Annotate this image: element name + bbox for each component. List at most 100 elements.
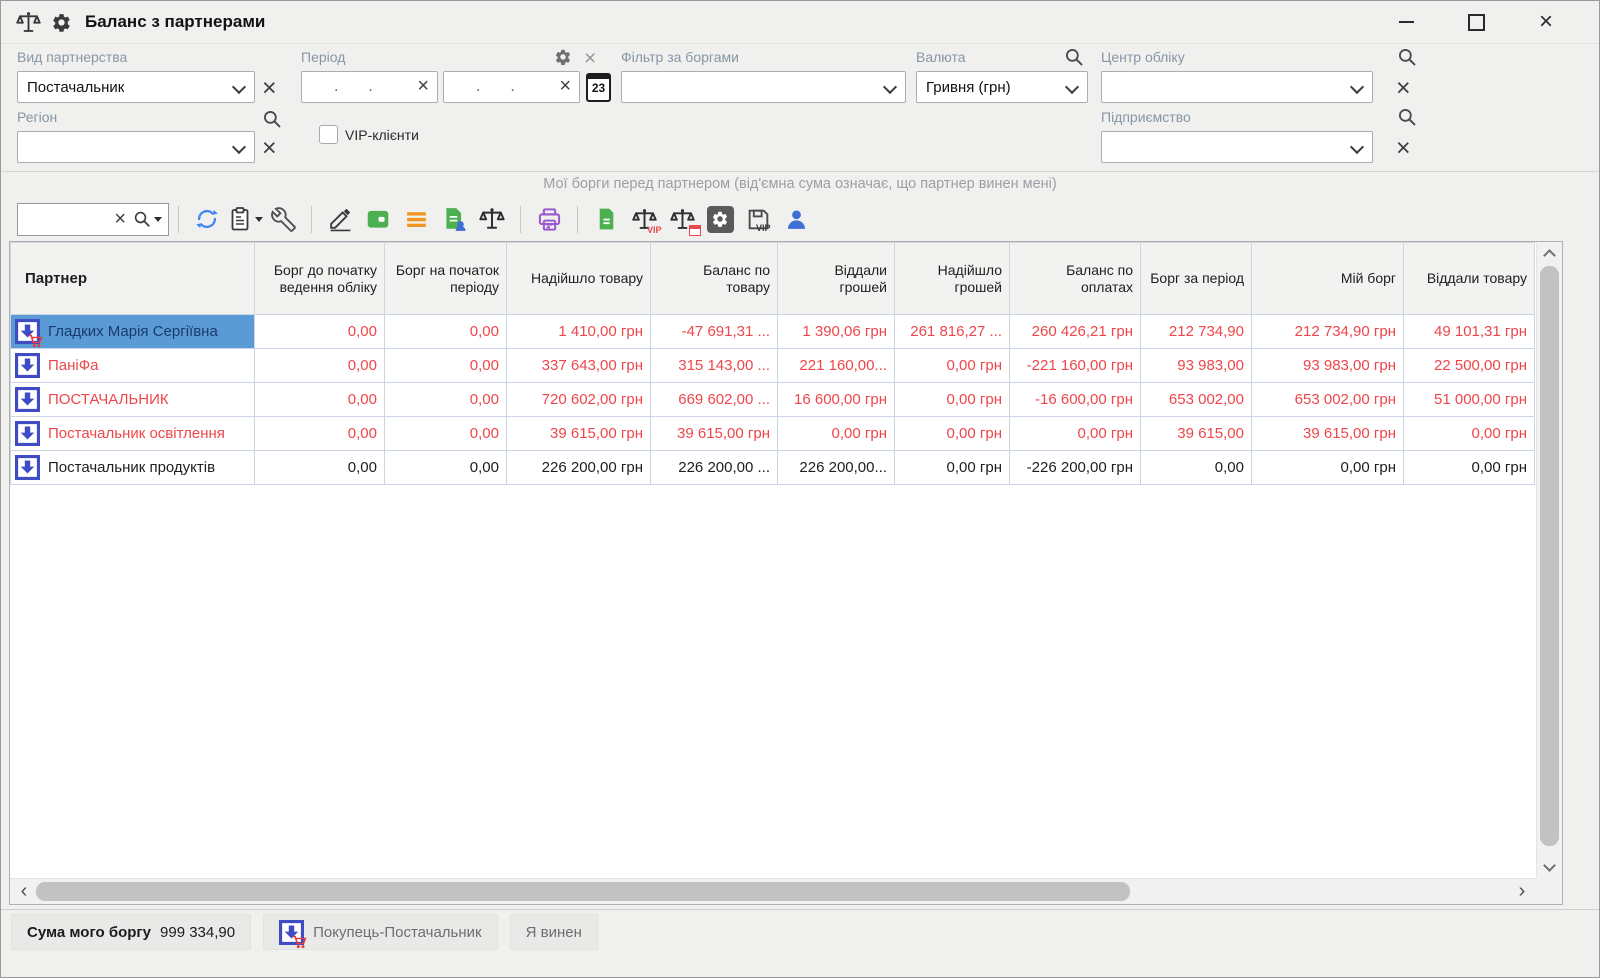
- clear-enterprise-icon[interactable]: ×: [1396, 136, 1411, 161]
- vip-balance-button[interactable]: VIP: [627, 202, 661, 236]
- value-cell[interactable]: 0,00: [385, 451, 507, 485]
- value-cell[interactable]: 669 602,00 ...: [651, 383, 778, 417]
- value-cell[interactable]: 720 602,00 грн: [507, 383, 651, 417]
- value-cell[interactable]: 315 143,00 ...: [651, 349, 778, 383]
- accounting-center-search-icon[interactable]: [1397, 47, 1417, 72]
- value-cell[interactable]: 0,00 грн: [895, 349, 1010, 383]
- column-header[interactable]: Партнер: [11, 243, 255, 315]
- column-header[interactable]: Віддали товару: [1404, 243, 1535, 315]
- accounting-center-select[interactable]: [1101, 71, 1373, 103]
- vertical-scrollbar[interactable]: [1536, 242, 1562, 878]
- partner-cell[interactable]: Гладких Марія Сергіївна: [11, 315, 255, 349]
- column-header[interactable]: Мій борг: [1252, 243, 1404, 315]
- column-header[interactable]: Борг за період: [1141, 243, 1252, 315]
- payments-button[interactable]: [361, 202, 395, 236]
- value-cell[interactable]: 212 734,90 грн: [1252, 315, 1404, 349]
- value-cell[interactable]: 51 000,00 грн: [1404, 383, 1535, 417]
- value-cell[interactable]: 0,00 грн: [778, 417, 895, 451]
- scroll-up-button[interactable]: [1537, 242, 1562, 264]
- clear-date-to-icon[interactable]: ×: [559, 76, 579, 98]
- column-header[interactable]: Баланс по товару: [651, 243, 778, 315]
- tools-button[interactable]: [266, 202, 300, 236]
- clear-partnership-type-icon[interactable]: ×: [262, 76, 277, 101]
- partner-cell[interactable]: ПОСТАЧАЛЬНИК: [11, 383, 255, 417]
- date-from-field[interactable]: . . ×: [301, 71, 438, 103]
- vertical-scroll-thumb[interactable]: [1540, 266, 1559, 846]
- list-button[interactable]: [399, 202, 433, 236]
- value-cell[interactable]: 221 160,00...: [778, 349, 895, 383]
- scroll-down-button[interactable]: [1537, 856, 1562, 878]
- value-cell[interactable]: -221 160,00 грн: [1010, 349, 1141, 383]
- export-button[interactable]: [589, 202, 623, 236]
- region-select[interactable]: [17, 131, 255, 163]
- column-header[interactable]: Борг до початку ведення обліку: [255, 243, 385, 315]
- value-cell[interactable]: 0,00: [385, 315, 507, 349]
- table-row[interactable]: ПОСТАЧАЛЬНИК0,000,00720 602,00 грн669 60…: [11, 383, 1535, 417]
- value-cell[interactable]: 0,00: [255, 417, 385, 451]
- vip-checkbox[interactable]: [319, 125, 338, 144]
- clear-search-icon[interactable]: ×: [114, 209, 126, 229]
- value-cell[interactable]: -47 691,31 ...: [651, 315, 778, 349]
- column-header[interactable]: Надійшло товару: [507, 243, 651, 315]
- clear-accounting-center-icon[interactable]: ×: [1396, 76, 1411, 101]
- scroll-left-button[interactable]: ‹: [12, 879, 36, 904]
- calendar-button[interactable]: 23: [586, 73, 611, 102]
- column-header[interactable]: Борг на початок періоду: [385, 243, 507, 315]
- horizontal-scrollbar[interactable]: ‹ ›: [10, 878, 1536, 904]
- value-cell[interactable]: 93 983,00 грн: [1252, 349, 1404, 383]
- minimize-button[interactable]: [1385, 5, 1427, 39]
- value-cell[interactable]: 39 615,00 грн: [1252, 417, 1404, 451]
- value-cell[interactable]: 261 816,27 ...: [895, 315, 1010, 349]
- region-search-icon[interactable]: [262, 109, 282, 134]
- balance-calendar-button[interactable]: [665, 202, 699, 236]
- partner-card-button[interactable]: [779, 202, 813, 236]
- currency-search-icon[interactable]: [1064, 47, 1084, 72]
- value-cell[interactable]: -226 200,00 грн: [1010, 451, 1141, 485]
- table-row[interactable]: Постачальник освітлення0,000,0039 615,00…: [11, 417, 1535, 451]
- value-cell[interactable]: 0,00: [385, 383, 507, 417]
- search-icon[interactable]: [133, 210, 162, 228]
- search-input[interactable]: [24, 210, 114, 228]
- column-header[interactable]: Віддали грошей: [778, 243, 895, 315]
- balance-button[interactable]: [475, 202, 509, 236]
- value-cell[interactable]: 212 734,90: [1141, 315, 1252, 349]
- settings-button[interactable]: [703, 202, 737, 236]
- value-cell[interactable]: 0,00: [255, 451, 385, 485]
- currency-select[interactable]: Гривня (грн): [916, 71, 1088, 103]
- period-settings-icon[interactable]: [554, 48, 572, 71]
- date-to-field[interactable]: . . ×: [443, 71, 580, 103]
- value-cell[interactable]: 39 615,00 грн: [507, 417, 651, 451]
- enterprise-select[interactable]: [1101, 131, 1373, 163]
- scroll-right-button[interactable]: ›: [1510, 879, 1534, 904]
- refresh-button[interactable]: [190, 202, 224, 236]
- value-cell[interactable]: 0,00 грн: [1404, 417, 1535, 451]
- horizontal-scroll-thumb[interactable]: [36, 882, 1130, 901]
- enterprise-search-icon[interactable]: [1397, 107, 1417, 132]
- value-cell[interactable]: 0,00 грн: [1404, 451, 1535, 485]
- partnership-type-select[interactable]: Постачальник: [17, 71, 255, 103]
- value-cell[interactable]: 226 200,00...: [778, 451, 895, 485]
- value-cell[interactable]: 49 101,31 грн: [1404, 315, 1535, 349]
- value-cell[interactable]: 0,00 грн: [895, 383, 1010, 417]
- partner-cell[interactable]: Постачальник продуктів: [11, 451, 255, 485]
- value-cell[interactable]: 0,00: [255, 383, 385, 417]
- column-header[interactable]: Баланс по оплатах: [1010, 243, 1141, 315]
- value-cell[interactable]: 93 983,00: [1141, 349, 1252, 383]
- value-cell[interactable]: -16 600,00 грн: [1010, 383, 1141, 417]
- value-cell[interactable]: 0,00: [385, 349, 507, 383]
- value-cell[interactable]: 0,00 грн: [895, 417, 1010, 451]
- value-cell[interactable]: 0,00 грн: [1252, 451, 1404, 485]
- value-cell[interactable]: 0,00: [255, 349, 385, 383]
- value-cell[interactable]: 1 390,06 грн: [778, 315, 895, 349]
- value-cell[interactable]: 653 002,00 грн: [1252, 383, 1404, 417]
- value-cell[interactable]: 226 200,00 ...: [651, 451, 778, 485]
- value-cell[interactable]: 16 600,00 грн: [778, 383, 895, 417]
- value-cell[interactable]: 0,00 грн: [895, 451, 1010, 485]
- value-cell[interactable]: 260 426,21 грн: [1010, 315, 1141, 349]
- edit-button[interactable]: [323, 202, 357, 236]
- table-row[interactable]: Гладких Марія Сергіївна0,000,001 410,00 …: [11, 315, 1535, 349]
- value-cell[interactable]: 0,00: [255, 315, 385, 349]
- partner-cell[interactable]: ПаніФа: [11, 349, 255, 383]
- value-cell[interactable]: 337 643,00 грн: [507, 349, 651, 383]
- value-cell[interactable]: 0,00: [385, 417, 507, 451]
